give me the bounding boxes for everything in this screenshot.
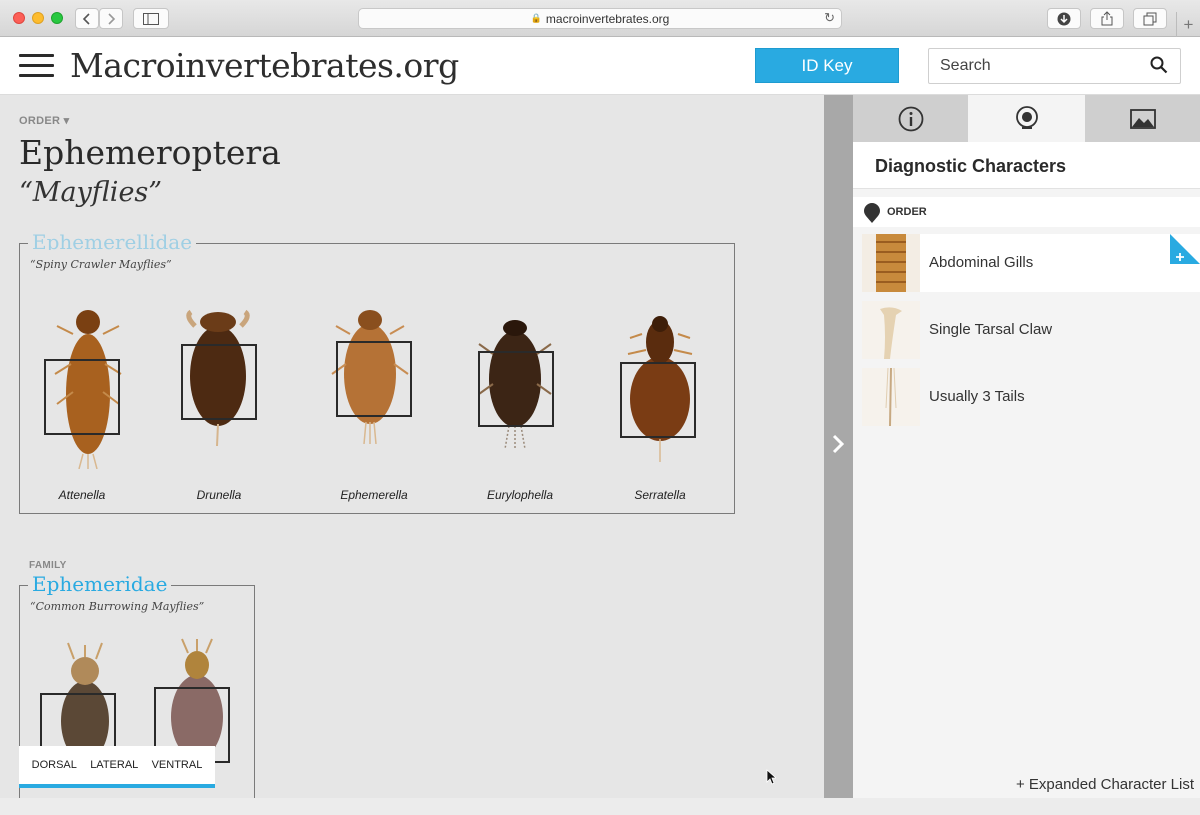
order-section-label: ORDER (887, 206, 927, 218)
search-placeholder: Search (940, 57, 991, 74)
character-item[interactable]: Abdominal Gills (862, 234, 1200, 292)
downloads-button[interactable] (1047, 8, 1081, 29)
address-bar[interactable]: 🔒 macroinvertebrates.org ↻ (358, 8, 842, 29)
expanded-character-list-link[interactable]: + Expanded Character List (1016, 776, 1194, 793)
share-button[interactable] (1090, 8, 1124, 29)
genus-name[interactable]: Eurylophella (455, 488, 585, 502)
view-tabs: DORSAL LATERAL VENTRAL (19, 746, 215, 788)
new-tab-button[interactable]: + (1176, 12, 1200, 37)
minimize-window-button[interactable] (32, 12, 44, 24)
character-thumbnail (862, 234, 920, 292)
tabs-overview-button[interactable] (1133, 8, 1167, 29)
map-pin-icon (864, 203, 880, 223)
genus-name[interactable]: Drunella (154, 488, 284, 502)
sidebar-toggle-button[interactable] (133, 8, 169, 29)
genus-name[interactable]: Attenella (17, 488, 147, 502)
diagnostic-panel: Diagnostic Characters ORDER Abdominal Gi… (853, 95, 1200, 815)
character-item[interactable]: Single Tarsal Claw (862, 301, 1200, 359)
site-header: Macroinvertebrates.org ID Key Search (0, 37, 1200, 95)
genus-name[interactable]: Serratella (595, 488, 725, 502)
family-name[interactable]: Ephemerellidae (28, 234, 197, 250)
site-title[interactable]: Macroinvertebrates.org (70, 46, 459, 85)
download-icon (1057, 12, 1071, 25)
back-button[interactable] (75, 8, 99, 29)
family-common-name: “Spiny Crawler Mayflies” (30, 258, 172, 271)
tabs-icon (1143, 12, 1157, 25)
panel-divider (824, 95, 853, 798)
panel-tabs (853, 95, 1200, 142)
url-text: macroinvertebrates.org (545, 11, 670, 26)
panel-header: Diagnostic Characters (853, 142, 1200, 189)
mouse-cursor-icon (766, 769, 776, 785)
character-name: Usually 3 Tails (929, 388, 1025, 405)
tab-ventral[interactable]: VENTRAL (152, 759, 203, 771)
genus-card[interactable]: Drunella (153, 304, 283, 504)
panel-title: Diagnostic Characters (875, 156, 1067, 176)
character-thumbnail (862, 368, 920, 426)
id-key-button[interactable]: ID Key (755, 48, 899, 83)
genus-name[interactable]: Ephemerella (309, 488, 439, 502)
chevron-right-icon (108, 12, 116, 25)
family-name[interactable]: Ephemeridae (28, 572, 172, 596)
reload-icon[interactable]: ↻ (824, 10, 835, 26)
family-common-name: “Common Burrowing Mayflies” (30, 600, 205, 613)
tab-info[interactable] (853, 95, 968, 142)
lock-icon: 🔒 (530, 13, 542, 23)
add-icon[interactable] (1170, 234, 1200, 264)
sidebar-icon (143, 12, 159, 25)
diagnostic-icon (1015, 105, 1038, 129)
order-common-name: “Mayflies” (19, 177, 163, 208)
search-input[interactable]: Search (928, 48, 1181, 84)
search-icon[interactable] (1150, 56, 1168, 74)
forward-button[interactable] (99, 8, 123, 29)
zoom-window-button[interactable] (51, 12, 63, 24)
tab-images[interactable] (1085, 95, 1200, 142)
menu-icon[interactable] (19, 54, 54, 78)
browser-toolbar: 🔒 macroinvertebrates.org ↻ + (0, 0, 1200, 37)
image-icon (1129, 108, 1156, 129)
genus-card[interactable]: Eurylophella (455, 304, 585, 504)
family-label: FAMILY (29, 560, 67, 571)
share-icon (1101, 11, 1113, 26)
genus-card[interactable]: Attenella (23, 304, 153, 504)
chevron-right-icon[interactable] (830, 433, 846, 455)
taxon-content: ORDER ▾ Ephemeroptera “Mayflies” Ephemer… (0, 95, 824, 815)
family-card: Ephemerellidae “Spiny Crawler Mayflies” … (19, 234, 735, 514)
info-icon (898, 106, 923, 131)
order-name: Ephemeroptera (19, 133, 281, 172)
window-bottom-edge (0, 798, 1200, 815)
chevron-left-icon (82, 12, 90, 25)
genus-card[interactable]: Serratella (596, 304, 726, 504)
tab-dorsal[interactable]: DORSAL (32, 759, 77, 771)
order-label[interactable]: ORDER ▾ (19, 114, 69, 127)
genus-card[interactable]: Ephemerella (308, 304, 438, 504)
character-thumbnail (862, 301, 920, 359)
character-name: Abdominal Gills (929, 254, 1034, 271)
tab-lateral[interactable]: LATERAL (90, 759, 138, 771)
character-item[interactable]: Usually 3 Tails (862, 368, 1200, 426)
character-name: Single Tarsal Claw (929, 321, 1053, 338)
tab-diagnostic[interactable] (969, 95, 1084, 142)
order-section-header: ORDER (853, 197, 1200, 227)
close-window-button[interactable] (13, 12, 25, 24)
